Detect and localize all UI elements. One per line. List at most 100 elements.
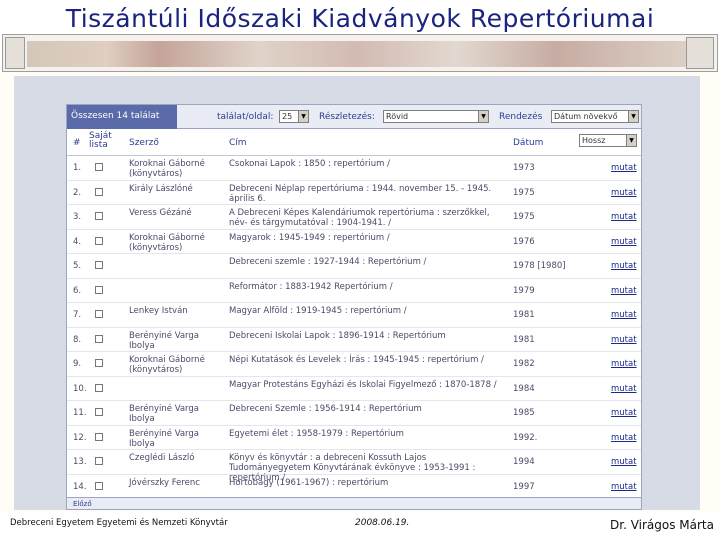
show-details-link[interactable]: mutat bbox=[611, 188, 637, 198]
results-toolbar: Összesen 14 találat találat/oldal: 25 ▼ … bbox=[67, 105, 641, 129]
row-date: 1994 bbox=[513, 457, 535, 467]
row-date: 1976 bbox=[513, 236, 535, 247]
row-title: Reformátor : 1883-1942 Repertórium / bbox=[229, 281, 393, 292]
show-details-link[interactable]: mutat bbox=[611, 408, 637, 418]
row-title: Csokonai Lapok : 1850 : repertórium / bbox=[229, 159, 390, 169]
header-date[interactable]: Dátum bbox=[513, 138, 543, 148]
own-list-checkbox[interactable] bbox=[95, 481, 103, 490]
row-author: Czeglédi László bbox=[129, 453, 195, 463]
row-number: 4. bbox=[73, 236, 82, 247]
sort-select[interactable]: Dátum növekvő ▼ bbox=[551, 110, 639, 123]
show-details-link[interactable]: mutat bbox=[611, 286, 637, 296]
show-details-link[interactable]: mutat bbox=[611, 359, 637, 369]
row-title: Egyetemi élet : 1958-1979 : Repertórium bbox=[229, 428, 404, 439]
row-title: Magyarok : 1945-1949 : repertórium / bbox=[229, 232, 390, 243]
show-details-link[interactable]: mutat bbox=[611, 482, 637, 492]
banner-right-control[interactable] bbox=[686, 37, 714, 69]
row-author: Koroknai Gáborné (könyvtáros) bbox=[129, 159, 205, 179]
row-date: 1992. bbox=[513, 432, 538, 443]
results-list: 1. Koroknai Gáborné (könyvtáros) Csokonai … bbox=[67, 156, 641, 499]
row-title: Debreceni Néplap repertóriuma : 1944. no… bbox=[229, 183, 492, 204]
show-details-link[interactable]: mutat bbox=[611, 163, 637, 173]
table-row: 5. Debreceni szemle : 1927-1944 : Repertó… bbox=[67, 254, 641, 279]
own-list-checkbox[interactable] bbox=[95, 432, 103, 441]
row-number: 11. bbox=[73, 408, 87, 418]
chevron-down-icon[interactable]: ▼ bbox=[478, 111, 488, 122]
row-date: 1978 [1980] bbox=[513, 261, 566, 271]
row-number: 13. bbox=[73, 457, 87, 467]
row-author: Veress Gézáné bbox=[129, 208, 192, 218]
own-list-checkbox[interactable] bbox=[95, 163, 103, 171]
row-author: Berényiné Varga Ibolya bbox=[129, 330, 200, 351]
table-header: # Saját lista Szerző Cím Dátum Hossz ▼ bbox=[67, 130, 641, 156]
per-page-value: 25 bbox=[282, 112, 293, 121]
row-title: A Debreceni Képes Kalendáriumok repertór… bbox=[229, 208, 490, 228]
table-row: 7. Lenkey István Magyar Alföld : 1919-1945… bbox=[67, 303, 641, 328]
table-row: 12. Berényiné Varga Ibolya Egyetemi élet :… bbox=[67, 426, 641, 450]
row-number: 2. bbox=[73, 187, 82, 198]
row-author: Koroknai Gáborné (könyvtáros) bbox=[129, 355, 205, 375]
own-list-checkbox[interactable] bbox=[95, 187, 103, 196]
row-title: Hortobágy (1961-1967) : repertórium bbox=[229, 477, 389, 488]
show-details-link[interactable]: mutat bbox=[611, 261, 637, 271]
footer-author: Dr. Virágos Márta bbox=[610, 518, 714, 532]
total-results: Összesen 14 találat bbox=[67, 105, 177, 129]
chevron-down-icon[interactable]: ▼ bbox=[626, 135, 636, 146]
row-number: 14. bbox=[73, 481, 87, 492]
row-date: 1982 bbox=[513, 359, 535, 369]
row-author: Király Lászlóné bbox=[129, 183, 193, 194]
per-page-select[interactable]: 25 ▼ bbox=[279, 110, 309, 123]
detail-value: Rövid bbox=[386, 112, 409, 121]
table-row: 6. Reformátor : 1883-1942 Repertórium / 19… bbox=[67, 279, 641, 303]
filter-value: Hossz bbox=[582, 136, 606, 145]
footer-date: 2008.06.19. bbox=[355, 518, 410, 528]
pagination-bar: Előző bbox=[67, 497, 641, 509]
footer-institution: Debreceni Egyetem Egyetemi és Nemzeti Kö… bbox=[10, 518, 228, 528]
show-details-link[interactable]: mutat bbox=[611, 457, 637, 467]
row-date: 1975 bbox=[513, 187, 535, 198]
detail-select[interactable]: Rövid ▼ bbox=[383, 110, 489, 123]
own-list-checkbox[interactable] bbox=[95, 408, 103, 416]
own-list-checkbox[interactable] bbox=[95, 236, 103, 245]
header-title[interactable]: Cím bbox=[229, 138, 247, 148]
banner-left-control[interactable] bbox=[5, 37, 25, 69]
show-details-link[interactable]: mutat bbox=[611, 384, 637, 394]
show-details-link[interactable]: mutat bbox=[611, 237, 637, 247]
row-date: 1997 bbox=[513, 481, 535, 492]
own-list-checkbox[interactable] bbox=[95, 285, 103, 294]
detail-label: Részletezés: bbox=[319, 112, 375, 122]
row-number: 12. bbox=[73, 432, 87, 443]
row-number: 6. bbox=[73, 285, 82, 296]
show-details-link[interactable]: mutat bbox=[611, 433, 637, 443]
table-row: 4. Koroknai Gáborné (könyvtáros) Magyarok … bbox=[67, 230, 641, 254]
row-title: Debreceni Szemle : 1956-1914 : Repertóri… bbox=[229, 404, 422, 414]
row-author: Berényiné Varga Ibolya bbox=[129, 428, 200, 449]
own-list-checkbox[interactable] bbox=[95, 212, 103, 220]
own-list-checkbox[interactable] bbox=[95, 310, 103, 318]
slide-title: Tiszántúli Időszaki Kiadványok Repertóri… bbox=[65, 4, 655, 33]
show-details-link[interactable]: mutat bbox=[611, 310, 637, 320]
sort-value: Dátum növekvő bbox=[554, 112, 618, 121]
row-title: Debreceni szemle : 1927-1944 : Repertóri… bbox=[229, 257, 427, 267]
filter-select[interactable]: Hossz ▼ bbox=[579, 134, 637, 147]
show-details-link[interactable]: mutat bbox=[611, 335, 637, 345]
own-list-checkbox[interactable] bbox=[95, 383, 103, 392]
own-list-checkbox[interactable] bbox=[95, 359, 103, 367]
chevron-down-icon[interactable]: ▼ bbox=[628, 111, 638, 122]
table-row: 2. Király Lászlóné Debreceni Néplap repert… bbox=[67, 181, 641, 205]
row-author: Jóvérszky Ferenc bbox=[129, 477, 200, 488]
own-list-checkbox[interactable] bbox=[95, 334, 103, 343]
own-list-checkbox[interactable] bbox=[95, 457, 103, 465]
row-date: 1981 bbox=[513, 334, 535, 345]
row-title: Magyar Alföld : 1919-1945 : repertórium … bbox=[229, 306, 407, 316]
header-author[interactable]: Szerző bbox=[129, 138, 159, 148]
chevron-down-icon[interactable]: ▼ bbox=[298, 111, 308, 122]
row-number: 8. bbox=[73, 334, 82, 345]
own-list-checkbox[interactable] bbox=[95, 261, 103, 269]
previous-link[interactable]: Előző bbox=[73, 500, 92, 508]
row-number: 3. bbox=[73, 212, 82, 222]
show-details-link[interactable]: mutat bbox=[611, 212, 637, 222]
header-num: # bbox=[73, 138, 81, 148]
row-number: 10. bbox=[73, 383, 87, 394]
browser-banner bbox=[2, 34, 718, 72]
